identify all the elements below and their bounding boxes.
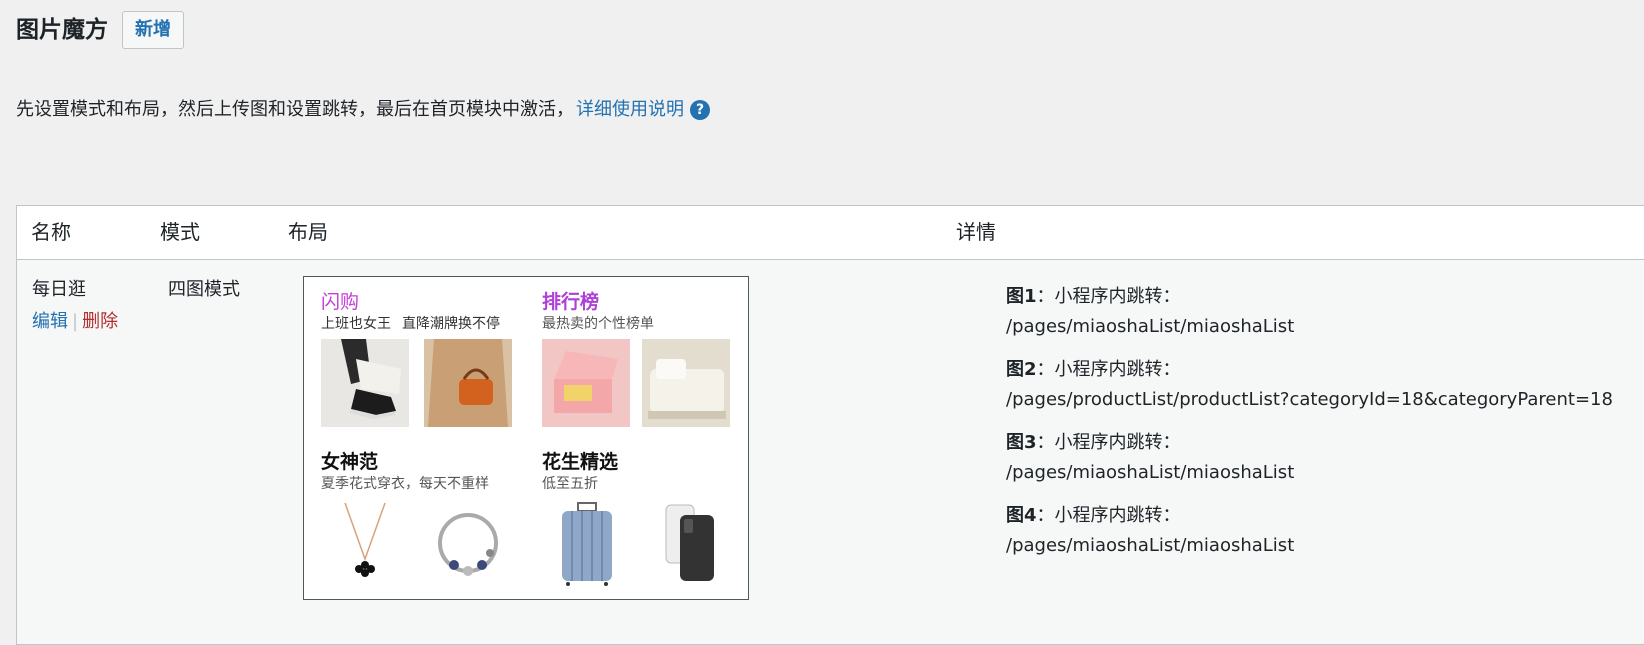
delete-link[interactable]: 删除 [82,308,118,336]
detail-label: 图1 [1006,286,1037,307]
detail-type: ：小程序内跳转： [1036,505,1181,526]
detail-path: /pages/productList/productList?categoryI… [1006,389,1613,410]
magic-cube-table: 名称 模式 布局 详情 每日逛 编辑 | 删除 四图模式 闪购 上班也女王 直降… [16,205,1644,645]
row-actions: 编辑 | 删除 [32,308,118,336]
peanut-picks-title: 花生精选 [542,451,619,473]
detail-item: 图3：小程序内跳转： /pages/miaoshaList/miaoshaList [1006,428,1613,488]
detail-type: ：小程序内跳转： [1036,359,1181,380]
luggage-photo [542,499,630,587]
detail-heading: 图2：小程序内跳转： [1006,355,1613,385]
row-mode: 四图模式 [168,279,240,300]
add-new-button[interactable]: 新增 [122,11,184,49]
layout-preview-image[interactable]: 闪购 上班也女王 直降潮牌换不停 排行榜 最热卖的个性榜单 女神范 夏季花式穿衣… [303,276,749,600]
flash-sale-title: 闪购 [321,291,360,313]
column-header-detail: 详情 [956,220,996,244]
help-icon[interactable]: ? [690,100,710,120]
detail-label: 图2 [1006,359,1037,380]
bracelet-photo [424,499,512,587]
row-name: 每日逛 [32,279,86,300]
detail-item: 图4：小程序内跳转： /pages/miaoshaList/miaoshaList [1006,501,1613,561]
gift-box-photo [542,339,630,427]
row-name-cell: 每日逛 编辑 | 删除 [32,276,118,336]
page-header: 图片魔方 新增 [16,10,184,50]
goddess-title: 女神范 [321,451,379,473]
detail-label: 图3 [1006,432,1037,453]
detail-item: 图2：小程序内跳转： /pages/productList/productList… [1006,355,1613,415]
detail-heading: 图4：小程序内跳转： [1006,501,1613,531]
detail-path: /pages/miaoshaList/miaoshaList [1006,316,1295,337]
flash-sale-subtitle-2: 直降潮牌换不停 [402,316,500,332]
detail-heading: 图1：小程序内跳转： [1006,282,1613,312]
bedding-photo [642,339,730,427]
action-separator: | [72,311,79,332]
necklace-photo [321,499,409,587]
detail-type: ：小程序内跳转： [1036,286,1181,307]
handbag-photo [424,339,512,427]
detail-path: /pages/miaoshaList/miaoshaList [1006,535,1295,556]
sneaker-photo [321,339,409,427]
phone-case-photo [642,499,730,587]
detail-heading: 图3：小程序内跳转： [1006,428,1613,458]
column-header-mode: 模式 [160,220,200,244]
usage-guide-link[interactable]: 详细使用说明 [576,96,684,124]
row-detail-cell: 图1：小程序内跳转：/pages/miaoshaList/miaoshaList… [1006,282,1613,574]
detail-type: ：小程序内跳转： [1036,432,1181,453]
table-header: 名称 模式 布局 详情 [17,206,1644,260]
detail-item: 图1：小程序内跳转： /pages/miaoshaList/miaoshaList [1006,282,1613,342]
goddess-subtitle: 夏季花式穿衣，每天不重样 [321,476,489,492]
column-header-layout: 布局 [288,220,328,244]
intro-description: 先设置模式和布局，然后上传图和设置跳转，最后在首页模块中激活， [16,99,574,120]
peanut-picks-subtitle: 低至五折 [542,476,598,492]
detail-path: /pages/miaoshaList/miaoshaList [1006,462,1295,483]
page-title: 图片魔方 [16,17,108,43]
column-header-name: 名称 [31,220,71,244]
ranking-title: 排行榜 [542,291,600,313]
flash-sale-subtitle-1: 上班也女王 [321,316,391,332]
detail-label: 图4 [1006,505,1037,526]
intro-text: 先设置模式和布局，然后上传图和设置跳转，最后在首页模块中激活， 详细使用说明 ? [16,96,710,124]
edit-link[interactable]: 编辑 [32,308,68,336]
ranking-subtitle: 最热卖的个性榜单 [542,316,654,332]
